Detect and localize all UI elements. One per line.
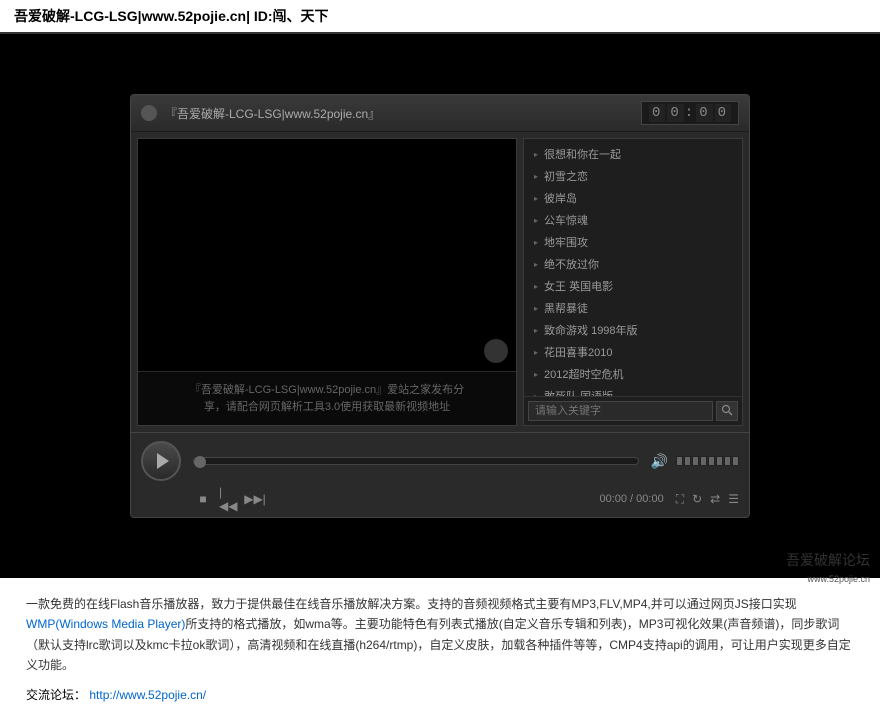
playlist-item[interactable]: ▸ 致命游戏 1998年版	[524, 319, 742, 341]
menu-button[interactable]: ☰	[728, 492, 739, 507]
playlist-item-label: 彼岸岛	[544, 190, 577, 206]
volume-icon[interactable]: 🔊	[651, 453, 668, 470]
progress-bar[interactable]	[193, 457, 639, 465]
playlist-item[interactable]: ▸ 绝不放过你	[524, 253, 742, 275]
search-icon	[721, 404, 733, 416]
playlist-item-label: 2012超时空危机	[544, 366, 623, 382]
playlist-item-label: 黑帮暴徒	[544, 300, 588, 316]
repeat-button[interactable]: ↻	[692, 492, 702, 507]
playlist-item[interactable]: ▸ 很想和你在一起	[524, 143, 742, 165]
playlist-panel: ▸ 很想和你在一起 ▸ 初雪之恋 ▸ 彼岸岛 ▸ 公车惊魂 ▸ 地牢围攻 ▸ 绝不放过你 ▸ 女王 英国电…	[523, 138, 743, 426]
forum-link-row: 交流论坛： http://www.52pojie.cn/	[0, 686, 880, 719]
time-display: 00:00 / 00:00	[599, 493, 663, 505]
video-canvas[interactable]	[138, 139, 516, 371]
controls-bar: 🔊 ■ |◀◀ ▶▶| 00:00 / 00:00 ⛶ ↻ ⇄ ☰	[131, 432, 749, 517]
shuffle-button[interactable]: ⇄	[710, 492, 720, 507]
playlist-item[interactable]: ▸ 花田喜事2010	[524, 341, 742, 363]
playlist-item[interactable]: ▸ 初雪之恋	[524, 165, 742, 187]
playlist-item-label: 地牢围攻	[544, 234, 588, 250]
window-title: 『吾爱破解-LCG-LSG|www.52pojie.cn』	[165, 105, 641, 122]
bullet-icon: ▸	[534, 216, 538, 225]
bullet-icon: ▸	[534, 194, 538, 203]
page-header: 吾爱破解-LCG-LSG|www.52pojie.cn| ID:闯、天下	[0, 0, 880, 34]
watermark-text: 吾爱破解论坛	[786, 550, 870, 570]
bullet-icon: ▸	[534, 370, 538, 379]
playlist-item-label: 致命游戏 1998年版	[544, 322, 638, 338]
playlist-item[interactable]: ▸ 黑帮暴徒	[524, 297, 742, 319]
playlist-item-label: 初雪之恋	[544, 168, 588, 184]
player-body: 『吾爱破解-LCG-LSG|www.52pojie.cn』爱站之家发布分 享，请…	[131, 132, 749, 432]
playlist-item-label: 绝不放过你	[544, 256, 599, 272]
playlist-item[interactable]: ▸ 彼岸岛	[524, 187, 742, 209]
playlist-item-label: 敢死队 国语版	[544, 388, 613, 396]
video-area: 『吾爱破解-LCG-LSG|www.52pojie.cn』爱站之家发布分 享，请…	[137, 138, 517, 426]
bullet-icon: ▸	[534, 304, 538, 313]
bullet-icon: ▸	[534, 172, 538, 181]
playlist-item-label: 女王 英国电影	[544, 278, 613, 294]
clock-display: 00:00	[641, 101, 739, 125]
search-input[interactable]	[528, 401, 713, 421]
playlist-item[interactable]: ▸ 女王 英国电影	[524, 275, 742, 297]
app-icon	[141, 105, 157, 121]
play-button[interactable]	[141, 441, 181, 481]
next-button[interactable]: ▶▶|	[245, 489, 265, 509]
forum-url-link[interactable]: http://www.52pojie.cn/	[89, 688, 206, 702]
bullet-icon: ▸	[534, 260, 538, 269]
playlist-items[interactable]: ▸ 很想和你在一起 ▸ 初雪之恋 ▸ 彼岸岛 ▸ 公车惊魂 ▸ 地牢围攻 ▸ 绝不放过你 ▸ 女王 英国电…	[524, 139, 742, 396]
playlist-item[interactable]: ▸ 地牢围攻	[524, 231, 742, 253]
playlist-item[interactable]: ▸ 2012超时空危机	[524, 363, 742, 385]
play-icon	[157, 453, 169, 469]
playlist-item-label: 花田喜事2010	[544, 344, 612, 360]
bullet-icon: ▸	[534, 348, 538, 357]
volume-level[interactable]	[676, 456, 739, 466]
fullscreen-button[interactable]: ⛶	[676, 492, 684, 507]
wmp-link[interactable]: WMP(Windows Media Player)	[26, 617, 185, 631]
video-logo-icon	[484, 339, 508, 363]
description-text: 一款免费的在线Flash音乐播放器，致力于提供最佳在线音乐播放解决方案。支持的音…	[0, 578, 880, 686]
bullet-icon: ▸	[534, 238, 538, 247]
player-window: 『吾爱破解-LCG-LSG|www.52pojie.cn』 00:00 『吾爱破…	[130, 94, 750, 518]
playlist-search-bar	[524, 396, 742, 425]
bullet-icon: ▸	[534, 150, 538, 159]
forum-label: 交流论坛：	[26, 688, 86, 702]
playlist-item-label: 很想和你在一起	[544, 146, 621, 162]
watermark-url: www.52pojie.cn	[807, 574, 870, 584]
bullet-icon: ▸	[534, 326, 538, 335]
playlist-item[interactable]: ▸敢死队 国语版	[524, 385, 742, 396]
playlist-item[interactable]: ▸ 公车惊魂	[524, 209, 742, 231]
title-bar: 『吾爱破解-LCG-LSG|www.52pojie.cn』 00:00	[131, 95, 749, 132]
progress-knob[interactable]	[194, 456, 206, 468]
bullet-icon: ▸	[534, 282, 538, 291]
playlist-item-label: 公车惊魂	[544, 212, 588, 228]
video-info-text: 『吾爱破解-LCG-LSG|www.52pojie.cn』爱站之家发布分 享，请…	[138, 371, 516, 425]
search-button[interactable]	[716, 401, 738, 421]
prev-button[interactable]: |◀◀	[219, 489, 239, 509]
stop-button[interactable]: ■	[193, 489, 213, 509]
player-container: 『吾爱破解-LCG-LSG|www.52pojie.cn』 00:00 『吾爱破…	[0, 34, 880, 578]
